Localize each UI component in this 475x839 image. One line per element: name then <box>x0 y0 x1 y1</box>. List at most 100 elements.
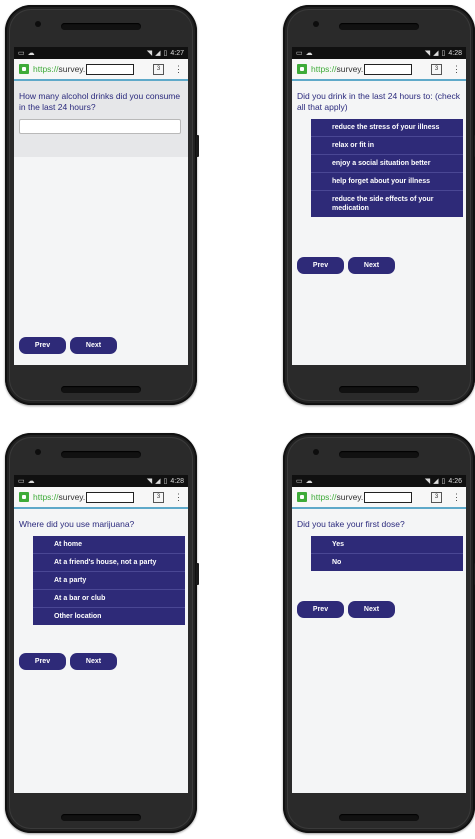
bottom-speaker <box>61 386 141 393</box>
prev-button[interactable]: Prev <box>19 337 66 354</box>
lock-icon <box>297 492 307 502</box>
nav-buttons: Prev Next <box>19 653 117 670</box>
overflow-menu-icon[interactable]: ⋮ <box>452 64 461 74</box>
camera <box>313 449 319 455</box>
option-stress[interactable]: reduce the stress of your illness <box>311 119 463 136</box>
question-text: Where did you use marijuana? <box>19 519 135 529</box>
options-list: At home At a friend's house, not a party… <box>33 536 185 625</box>
camera <box>35 449 41 455</box>
speaker <box>61 23 141 30</box>
url-bar[interactable]: https://survey. 3 ⋮ <box>292 59 466 81</box>
lock-icon <box>297 64 307 74</box>
url-redaction <box>86 63 135 75</box>
prev-button[interactable]: Prev <box>297 257 344 274</box>
signal-icon: ◢ <box>155 50 161 57</box>
url-bar[interactable]: https://survey. 3 ⋮ <box>14 487 188 509</box>
tab-switcher-button[interactable]: 3 <box>153 63 164 75</box>
cloud-icon: ☁ <box>27 478 35 485</box>
cloud-icon: ☁ <box>305 478 313 485</box>
bottom-speaker <box>339 814 419 821</box>
overflow-menu-icon[interactable]: ⋮ <box>174 492 183 502</box>
power-button <box>196 135 199 157</box>
url-text[interactable]: https://survey. <box>311 64 363 74</box>
screen: ▭ ☁ ◥ ◢ ▯ 4:28 https://survey. 3 ⋮ Where… <box>14 475 188 793</box>
prev-button[interactable]: Prev <box>19 653 66 670</box>
url-text[interactable]: https://survey. <box>33 64 85 74</box>
tab-switcher-button[interactable]: 3 <box>153 491 164 503</box>
url-redaction <box>364 63 413 75</box>
prev-button[interactable]: Prev <box>297 601 344 618</box>
status-time: 4:26 <box>448 477 462 485</box>
option-party[interactable]: At a party <box>33 571 185 589</box>
cloud-icon: ☁ <box>27 50 35 57</box>
battery-icon: ▯ <box>163 478 168 485</box>
nav-buttons: Prev Next <box>19 337 117 354</box>
wifi-icon: ◥ <box>146 50 153 57</box>
phone-4: ▭ ☁ ◥ ◢ ▯ 4:26 https://survey. 3 ⋮ Did y… <box>283 433 475 833</box>
option-friends-house[interactable]: At a friend's house, not a party <box>33 553 185 571</box>
next-button[interactable]: Next <box>348 601 395 618</box>
camera <box>35 21 41 27</box>
status-time: 4:27 <box>170 49 184 57</box>
signal-icon: ◢ <box>433 50 439 57</box>
lock-icon <box>19 64 29 74</box>
speaker <box>61 451 141 458</box>
question-text: How many alcohol drinks did you consume … <box>19 91 181 112</box>
status-bar: ▭ ☁ ◥ ◢ ▯ 4:28 <box>14 475 188 487</box>
camera <box>313 21 319 27</box>
wifi-icon: ◥ <box>146 478 153 485</box>
phone-3: ▭ ☁ ◥ ◢ ▯ 4:28 https://survey. 3 ⋮ Where… <box>5 433 199 833</box>
option-bar[interactable]: At a bar or club <box>33 589 185 607</box>
bottom-speaker <box>61 814 141 821</box>
option-home[interactable]: At home <box>33 536 185 553</box>
screen: ▭ ☁ ◥ ◢ ▯ 4:26 https://survey. 3 ⋮ Did y… <box>292 475 466 793</box>
tab-switcher-button[interactable]: 3 <box>431 491 442 503</box>
url-bar[interactable]: https://survey. 3 ⋮ <box>292 487 466 509</box>
battery-icon: ▯ <box>163 50 168 57</box>
status-bar: ▭ ☁ ◥ ◢ ▯ 4:27 <box>14 47 188 59</box>
question-text: Did you take your first dose? <box>297 519 405 529</box>
status-bar: ▭ ☁ ◥ ◢ ▯ 4:28 <box>292 47 466 59</box>
speaker <box>339 451 419 458</box>
tab-switcher-button[interactable]: 3 <box>431 63 442 75</box>
option-yes[interactable]: Yes <box>311 536 463 553</box>
next-button[interactable]: Next <box>70 653 117 670</box>
option-forget[interactable]: help forget about your illness <box>311 172 463 190</box>
image-icon: ▭ <box>18 478 25 485</box>
option-relax[interactable]: relax or fit in <box>311 136 463 154</box>
phone-1: ▭ ☁ ◥ ◢ ▯ 4:27 https://survey. 3 ⋮ How m… <box>5 5 199 405</box>
option-no[interactable]: No <box>311 553 463 571</box>
bottom-speaker <box>339 386 419 393</box>
option-social[interactable]: enjoy a social situation better <box>311 154 463 172</box>
screen: ▭ ☁ ◥ ◢ ▯ 4:27 https://survey. 3 ⋮ How m… <box>14 47 188 365</box>
url-redaction <box>364 491 413 503</box>
nav-buttons: Prev Next <box>297 601 395 618</box>
battery-icon: ▯ <box>441 478 446 485</box>
next-button[interactable]: Next <box>348 257 395 274</box>
overflow-menu-icon[interactable]: ⋮ <box>452 492 461 502</box>
signal-icon: ◢ <box>433 478 439 485</box>
overflow-menu-icon[interactable]: ⋮ <box>174 64 183 74</box>
signal-icon: ◢ <box>155 478 161 485</box>
url-text[interactable]: https://survey. <box>33 492 85 502</box>
image-icon: ▭ <box>18 50 25 57</box>
status-bar: ▭ ☁ ◥ ◢ ▯ 4:26 <box>292 475 466 487</box>
url-bar[interactable]: https://survey. 3 ⋮ <box>14 59 188 81</box>
speaker <box>339 23 419 30</box>
image-icon: ▭ <box>296 478 303 485</box>
nav-buttons: Prev Next <box>297 257 395 274</box>
options-list: reduce the stress of your illness relax … <box>311 119 463 217</box>
screen: ▭ ☁ ◥ ◢ ▯ 4:28 https://survey. 3 ⋮ Did y… <box>292 47 466 365</box>
cloud-icon: ☁ <box>305 50 313 57</box>
power-button <box>196 563 199 585</box>
option-side-effects[interactable]: reduce the side effects of your medicati… <box>311 190 463 217</box>
wifi-icon: ◥ <box>424 478 431 485</box>
battery-icon: ▯ <box>441 50 446 57</box>
status-time: 4:28 <box>170 477 184 485</box>
question-text: Did you drink in the last 24 hours to: (… <box>297 91 460 112</box>
url-text[interactable]: https://survey. <box>311 492 363 502</box>
next-button[interactable]: Next <box>70 337 117 354</box>
option-other[interactable]: Other location <box>33 607 185 625</box>
options-list: Yes No <box>311 536 463 571</box>
answer-input[interactable] <box>19 119 181 134</box>
